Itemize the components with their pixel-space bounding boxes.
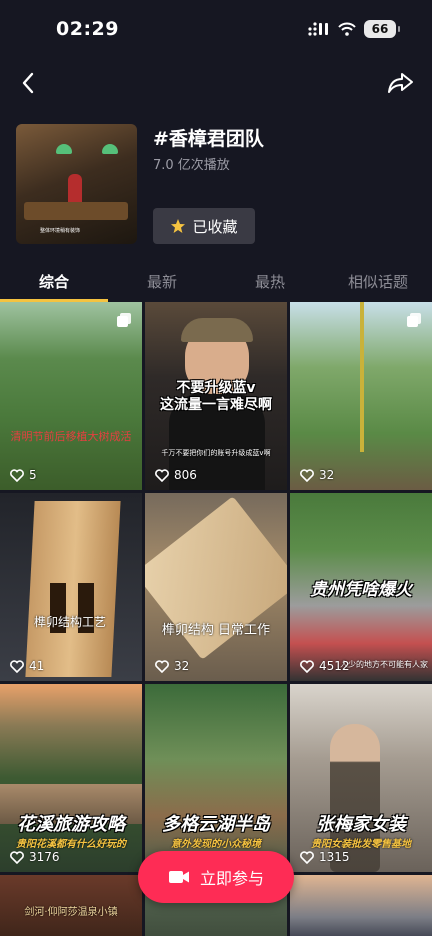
heart-icon <box>300 659 314 673</box>
heart-icon <box>155 659 169 673</box>
nav-bar <box>0 62 432 102</box>
video-card[interactable]: 多格云湖半岛 意外发现的小众秘境 <box>145 684 287 872</box>
like-count: 32 <box>300 468 334 482</box>
topic-header: 整体环境稍有装饰 #香樟君团队 7.0 亿次播放 已收藏 <box>16 124 416 246</box>
heart-icon <box>300 468 314 482</box>
like-count: 41 <box>10 659 44 673</box>
video-overlay-text: 榫卯结构 日常工作 <box>161 623 271 638</box>
wifi-icon <box>338 22 356 36</box>
like-count-value: 41 <box>29 659 45 673</box>
topic-cover-image[interactable]: 整体环境稍有装饰 <box>16 124 137 244</box>
thumb-cap <box>181 318 253 342</box>
like-count: 32 <box>155 659 189 673</box>
video-subtitle: 千万不要把你们的账号升级成蓝v啊 <box>161 449 271 457</box>
video-card[interactable]: 剑河·仰阿莎温泉小镇 <box>0 875 142 936</box>
like-count-value: 4512 <box>319 659 350 673</box>
signal-icon <box>308 22 328 36</box>
video-card[interactable]: 清明节前后移植大树成活 5 <box>0 302 142 490</box>
video-overlay-text: 榫卯结构工艺 <box>34 615 107 629</box>
video-overlay-text: 张梅家女装 <box>316 814 406 835</box>
topic-title: #香樟君团队 <box>153 128 264 150</box>
like-count-value: 3176 <box>29 850 60 864</box>
join-now-button[interactable]: 立即参与 <box>138 851 294 903</box>
video-card[interactable] <box>290 875 432 936</box>
star-icon <box>171 219 186 233</box>
like-count: 5 <box>10 468 37 482</box>
tab-similar-topics[interactable]: 相似话题 <box>324 262 432 302</box>
thumb-pole <box>360 302 364 452</box>
thumb-wood <box>25 501 121 677</box>
join-now-label: 立即参与 <box>199 869 264 888</box>
heart-icon <box>10 468 24 482</box>
battery-indicator: 66 <box>364 20 400 38</box>
tab-bar: 综合 最新 最热 相似话题 <box>0 262 432 302</box>
cover-lamp <box>102 144 118 154</box>
like-count: 3176 <box>10 850 60 864</box>
heart-icon <box>10 850 24 864</box>
status-time: 02:29 <box>56 18 119 40</box>
status-icons: 66 <box>308 20 400 38</box>
like-count: 4512 <box>300 659 350 673</box>
cover-caption: 整体环境稍有装饰 <box>40 228 81 234</box>
topic-play-count: 7.0 亿次播放 <box>153 158 230 173</box>
video-subtitle: 贵阳花溪都有什么好玩的 <box>16 839 126 850</box>
video-card[interactable]: 贵州凭啥爆火 人少的地方不可能有人家 4512 <box>290 493 432 681</box>
video-card[interactable]: 32 <box>290 302 432 490</box>
heart-icon <box>10 659 24 673</box>
tab-latest[interactable]: 最新 <box>108 262 216 302</box>
heart-icon <box>155 468 169 482</box>
video-overlay-text: 清明节前后移植大树成活 <box>10 430 132 443</box>
video-camera-icon <box>168 871 189 883</box>
favorite-label: 已收藏 <box>192 217 238 236</box>
like-count-value: 5 <box>29 468 37 482</box>
cover-lamp <box>56 144 72 154</box>
like-count-value: 1315 <box>319 850 350 864</box>
tab-hottest[interactable]: 最热 <box>216 262 324 302</box>
heart-icon <box>300 850 314 864</box>
video-card[interactable]: 榫卯结构工艺 41 <box>0 493 142 681</box>
video-overlay-text: 不要升级蓝v 这流量一言难尽啊 <box>160 380 272 413</box>
video-grid: 清明节前后移植大树成活 5 不要升级蓝v 这流量一言难尽啊 千万不要把你们的账号… <box>0 302 432 936</box>
tab-comprehensive[interactable]: 综合 <box>0 262 108 302</box>
video-card[interactable]: 张梅家女装 贵阳女装批发零售基地 1315 <box>290 684 432 872</box>
video-subtitle: 贵阳女装批发零售基地 <box>311 839 411 850</box>
video-subtitle: 意外发现的小众秘境 <box>171 839 261 850</box>
multi-image-icon <box>407 313 421 327</box>
video-card[interactable]: 榫卯结构 日常工作 32 <box>145 493 287 681</box>
multi-image-icon <box>117 313 131 327</box>
like-count-value: 806 <box>174 468 197 482</box>
video-card[interactable]: 不要升级蓝v 这流量一言难尽啊 千万不要把你们的账号升级成蓝v啊 806 <box>145 302 287 490</box>
like-count-value: 32 <box>174 659 190 673</box>
video-overlay-text: 花溪旅游攻略 <box>17 814 125 835</box>
cover-table <box>24 202 128 220</box>
share-icon[interactable] <box>386 68 416 98</box>
like-count: 806 <box>155 468 197 482</box>
video-card[interactable]: 花溪旅游攻略 贵阳花溪都有什么好玩的 3176 <box>0 684 142 872</box>
video-overlay-text: 贵州凭啥爆火 <box>310 580 412 600</box>
video-overlay-text: 多格云湖半岛 <box>162 814 270 835</box>
cover-person <box>68 174 82 204</box>
favorite-button[interactable]: 已收藏 <box>153 208 255 244</box>
back-icon[interactable] <box>14 68 44 98</box>
like-count-value: 32 <box>319 468 335 482</box>
status-bar: 02:29 66 <box>0 0 432 58</box>
like-count: 1315 <box>300 850 350 864</box>
video-overlay-text: 剑河·仰阿莎温泉小镇 <box>24 907 118 918</box>
